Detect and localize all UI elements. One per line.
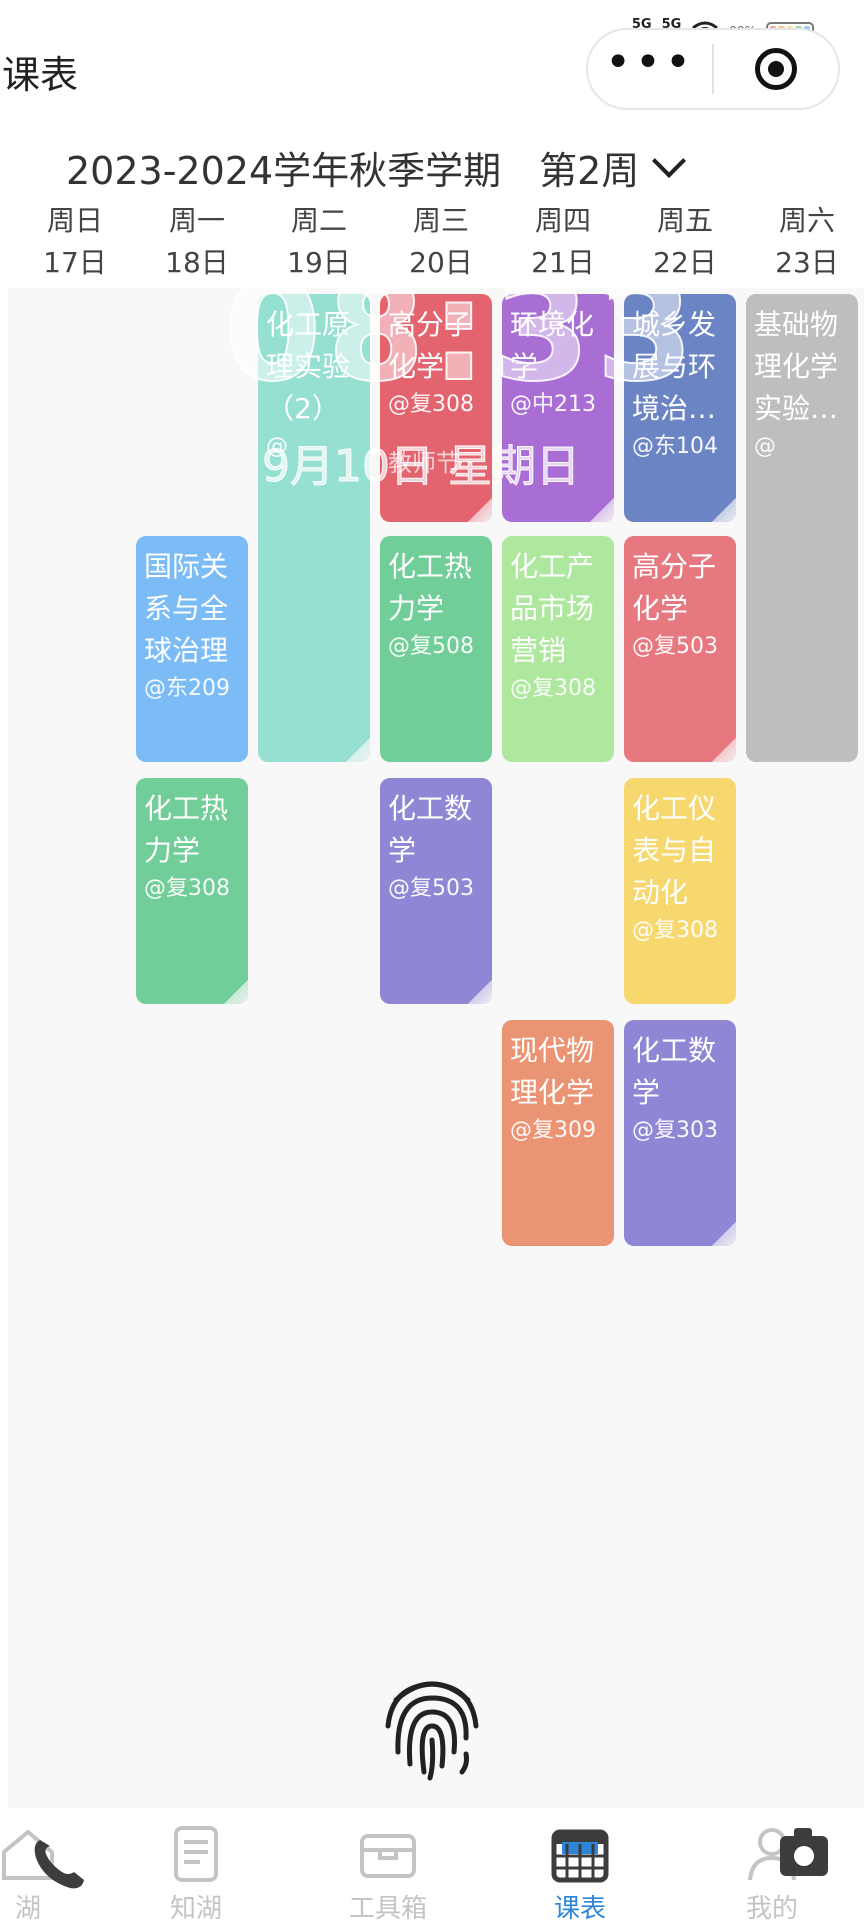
course-room: @复308 [510,676,596,701]
course-name: 化工数学 [388,792,473,867]
date-label: 23日 [775,246,839,279]
weekday-label: 周一 [168,204,225,237]
weekday-label: 周五 [656,204,713,237]
course-room: @复308 [388,392,474,417]
weekday-label: 周六 [778,204,835,237]
day-header-thursday: 周四 21日 [502,200,624,284]
day-header-monday: 周一 18日 [136,200,258,284]
date-label: 22日 [653,246,717,279]
tab-label: 我的 [745,1894,798,1924]
day-header-wednesday: 周三 20日 [380,200,502,284]
page-curl-icon [468,498,492,522]
document-icon [174,1826,218,1882]
semester-label: 2023-2024学年秋季学期 [66,149,502,193]
course-room: @东104 [632,434,718,459]
weekday-label: 周三 [412,204,469,237]
course-room: @ [754,434,776,459]
toolbox-icon [360,1834,416,1878]
page-curl-icon [712,738,736,762]
course-name: 化工产品市场营销 [510,550,595,667]
page-title: 课表 [2,53,79,97]
week-label: 第2周 [539,149,640,193]
course-card[interactable]: 高分子化学 @复308 教师节 [380,294,492,522]
course-room: @复308 [632,918,718,943]
day-header-friday: 周五 22日 [624,200,746,284]
tab-toolbox[interactable]: 工具箱 [302,1808,474,1924]
course-room: @复503 [632,634,718,659]
miniprogram-capsule: ••• [586,28,840,110]
tab-label: 知湖 [169,1894,222,1924]
tab-zhihu[interactable]: 知湖 [110,1808,282,1924]
day-header-sunday: 周日 17日 [14,200,136,284]
calendar-icon [551,1829,609,1883]
tab-timetable[interactable]: 课表 [494,1808,666,1924]
page-curl-icon [590,498,614,522]
course-name: 化工热力学 [388,550,473,625]
course-card[interactable]: 化工热力学 @复508 [380,536,492,762]
course-card[interactable]: 化工产品市场营销 @复308 [502,536,614,762]
chevron-down-icon [652,143,687,178]
course-card[interactable]: 基础物理化学实验… @ [746,294,858,762]
page-curl-icon [346,738,370,762]
page-curl-icon [468,980,492,1004]
weekday-label: 周日 [46,204,103,237]
course-room: @ [266,434,288,459]
course-name: 国际关系与全球治理 [144,550,229,667]
course-card[interactable]: 化工数学 @复303 [624,1020,736,1246]
course-name: 城乡发展与环境治… [632,308,717,425]
weekday-label: 周四 [534,204,591,237]
course-room: @中213 [510,392,596,417]
fingerprint-icon[interactable] [374,1668,490,1784]
tab-profile[interactable]: 我的 [686,1808,858,1924]
page-curl-icon [712,498,736,522]
course-room: @复308 [144,876,230,901]
course-name: 化工仪表与自动化 [632,792,717,909]
date-label: 21日 [531,246,595,279]
course-card[interactable]: 国际关系与全球治理 @东209 [136,536,248,762]
course-name: 化工热力学 [144,792,229,867]
course-name: 环境化学 [510,308,595,383]
course-card[interactable]: 化工数学 @复503 [380,778,492,1004]
course-card[interactable]: 化工热力学 @复308 [136,778,248,1004]
date-label: 17日 [43,246,107,279]
course-room: @东209 [144,676,230,701]
course-room: @复309 [510,1118,596,1143]
course-card[interactable]: 化工仪表与自动化 @复308 [624,778,736,1004]
course-card[interactable]: 化工原理实验（2） @ [258,294,370,762]
timetable-grid: 化工原理实验（2） @ 高分子化学 @复308 教师节 环境化学 @中213 城… [8,288,864,1808]
course-name: 化工数学 [632,1034,717,1109]
course-name: 高分子化学 [632,550,717,625]
course-card[interactable]: 城乡发展与环境治… @东104 [624,294,736,522]
date-label: 20日 [409,246,473,279]
date-label: 18日 [165,246,229,279]
camera-icon[interactable] [780,1828,828,1876]
phone-icon[interactable] [28,1834,88,1894]
day-header-tuesday: 周二 19日 [258,200,380,284]
course-card[interactable]: 现代物理化学 @复309 [502,1020,614,1246]
term-week-selector[interactable]: 2023-2024学年秋季学期 第2周 [66,140,687,195]
more-menu-button[interactable]: ••• [588,41,712,97]
course-room: @复503 [388,876,474,901]
course-name: 高分子化学 [388,308,473,383]
course-name: 现代物理化学 [510,1034,595,1109]
target-circle-icon [755,48,797,90]
weekday-label: 周二 [290,204,347,237]
close-miniprogram-button[interactable] [714,48,838,90]
course-name: 化工原理实验（2） [266,308,351,425]
bottom-tab-bar: 湖 知湖 工具箱 课表 我的 [0,1808,864,1924]
holiday-note: 教师节 [388,449,460,477]
page-curl-icon [712,1222,736,1246]
day-header-saturday: 周六 23日 [746,200,864,284]
tab-label: 课表 [553,1894,606,1924]
course-name: 基础物理化学实验… [754,308,839,425]
course-room: @复303 [632,1118,718,1143]
course-card[interactable]: 高分子化学 @复503 [624,536,736,762]
course-card[interactable]: 环境化学 @中213 [502,294,614,522]
tab-label: 工具箱 [348,1894,427,1924]
date-label: 19日 [287,246,351,279]
page-curl-icon [224,980,248,1004]
course-room: @复508 [388,634,474,659]
